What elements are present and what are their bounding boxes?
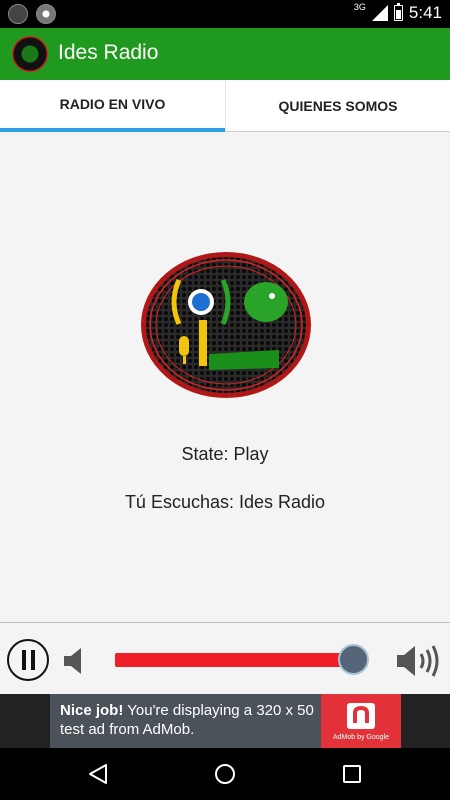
- state-text: State: Play: [181, 444, 269, 464]
- ad-caption: AdMob by Google: [332, 734, 390, 741]
- disc-icon: [36, 4, 56, 24]
- back-icon[interactable]: [86, 762, 110, 786]
- main-content: State: Play Tú Escuchas: Ides Radio: [0, 132, 450, 622]
- app-logo-icon: [12, 36, 48, 72]
- home-icon[interactable]: [213, 762, 237, 786]
- ad-headline: Nice job!: [60, 702, 124, 719]
- ad-text: Nice job! You're displaying a 320 x 50 t…: [60, 701, 320, 739]
- tab-bar: RADIO EN VIVO QUIENES SOMOS: [0, 80, 450, 132]
- admob-logo-icon: [347, 703, 375, 729]
- pause-icon-bar: [30, 650, 35, 670]
- pause-icon: [21, 650, 26, 670]
- ad-banner[interactable]: Nice job! You're displaying a 320 x 50 t…: [50, 694, 401, 748]
- recent-apps-icon[interactable]: [340, 762, 364, 786]
- network-type: 3G: [353, 2, 366, 12]
- player-controls: [0, 622, 450, 695]
- status-bar: 3G 5:41: [0, 0, 450, 28]
- volume-low-icon[interactable]: [62, 647, 90, 675]
- volume-slider[interactable]: [115, 653, 368, 667]
- app-title: Ides Radio: [58, 41, 159, 64]
- signal-icon: [371, 5, 388, 21]
- volume-slider-thumb[interactable]: [338, 644, 369, 675]
- listening-text: Tú Escuchas: Ides Radio: [124, 492, 326, 512]
- volume-high-icon[interactable]: [395, 643, 441, 679]
- clock: 5:41: [408, 3, 442, 22]
- navigation-bar: [0, 748, 450, 800]
- radio-logo: [141, 252, 311, 398]
- ad-banner-container: Nice job! You're displaying a 320 x 50 t…: [0, 694, 450, 748]
- pause-button[interactable]: [7, 639, 49, 681]
- battery-icon: [393, 3, 403, 21]
- admob-badge[interactable]: AdMob by Google: [321, 694, 401, 748]
- tab-radio-en-vivo[interactable]: RADIO EN VIVO: [0, 80, 225, 132]
- tab-quienes-somos[interactable]: QUIENES SOMOS: [225, 80, 450, 132]
- app-bar: Ides Radio: [0, 28, 450, 80]
- app-notification-icon: [8, 4, 28, 24]
